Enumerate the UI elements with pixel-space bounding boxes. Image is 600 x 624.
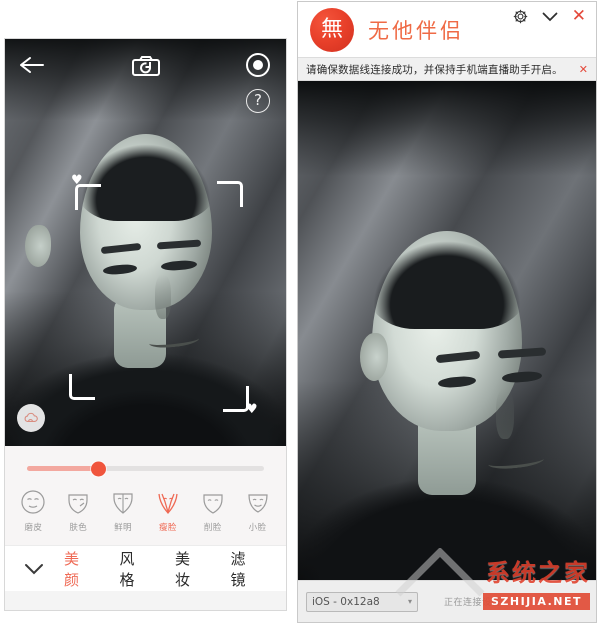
intensity-slider-wrapper [5,446,286,487]
notice-dismiss-icon[interactable]: ✕ [573,63,588,76]
beauty-tab-bar: 美颜 风格 美妆 滤镜 [5,545,286,591]
beauty-option-skin-tone[interactable]: 肤色 [56,487,101,533]
window-controls: ✕ [513,8,586,25]
back-arrow-icon[interactable] [19,55,45,75]
intensity-slider[interactable] [27,461,264,476]
contour-face-icon [203,494,223,514]
chevron-down-icon[interactable] [19,563,50,575]
minimize-chevron-down-icon[interactable] [542,12,558,22]
device-select-value: iOS - 0x12a8 [312,595,380,608]
app-title: 无他伴侣 [368,18,464,43]
heart-icon: ♥ [246,402,258,417]
beauty-option-small-face[interactable]: 小脸 [235,487,280,533]
device-select[interactable]: iOS - 0x12a8 ▾ [306,591,418,612]
camera-preview[interactable]: ? ♥ ♥ [5,39,286,446]
camera-flip-icon[interactable] [131,55,161,77]
window-status-bar: iOS - 0x12a8 ▾ 正在连接设备 [298,580,596,622]
slider-fill [27,466,99,471]
small-face-icon [247,494,268,513]
skin-tone-icon [68,494,88,514]
notice-text: 请确保数据线连接成功，并保持手机端直播助手开启。 [306,63,563,76]
beauty-option-slim-face[interactable]: 瘦脸 [145,487,190,533]
tab-beauty[interactable]: 美颜 [50,548,106,590]
camera-top-toolbar: ? [5,39,286,113]
app-logo: 無 [310,7,354,52]
connection-notice-bar: 请确保数据线连接成功，并保持手机端直播助手开启。 ✕ [298,57,596,81]
slider-thumb[interactable] [91,461,107,476]
vivid-icon [113,493,133,514]
chevron-down-icon: ▾ [407,597,412,606]
beauty-option-label: 削脸 [203,523,222,533]
beauty-controls: 磨皮 肤色 鲜明 瘦脸 削脸 小脸 美颜 风格 美妆 滤镜 [5,446,286,591]
record-button-icon[interactable] [246,53,270,77]
beauty-option-label: 小脸 [248,523,267,533]
phone-app-panel: ? ♥ ♥ 磨皮 肤色 鲜明 瘦脸 削脸 小脸 美颜 风格 美妆 滤镜 [4,38,287,611]
beauty-option-contour-face[interactable]: 削脸 [190,487,235,533]
beauty-option-smooth-skin[interactable]: 磨皮 [11,487,56,533]
beauty-option-vivid[interactable]: 鲜明 [101,487,146,533]
beauty-option-label: 鲜明 [114,523,132,533]
device-mirror-preview[interactable] [298,81,596,581]
heart-icon: ♥ [71,173,83,188]
connection-status-text: 正在连接设备 [444,598,502,608]
close-icon[interactable]: ✕ [572,8,586,25]
desktop-app-window: 無 无他伴侣 ✕ 请确保数据线连接成功，并保持手机端直播助手开启。 ✕ iOS … [297,1,597,623]
screenshot-root: ? ♥ ♥ 磨皮 肤色 鲜明 瘦脸 削脸 小脸 美颜 风格 美妆 滤镜 無 无他… [0,0,600,624]
smooth-skin-icon [21,490,46,514]
tab-filter[interactable]: 滤镜 [216,548,272,590]
beauty-option-label: 磨皮 [24,523,43,533]
cloud-filter-icon[interactable] [17,404,45,432]
window-title-bar: 無 无他伴侣 ✕ [298,2,596,57]
face-detect-frame: ♥ ♥ [69,174,258,416]
slim-face-icon [158,493,178,514]
gear-icon[interactable] [513,9,528,24]
beauty-option-label: 瘦脸 [158,523,177,533]
beauty-option-label: 肤色 [69,523,88,533]
tab-makeup[interactable]: 美妆 [161,548,217,590]
tab-style[interactable]: 风格 [105,548,161,590]
help-icon[interactable]: ? [246,89,270,113]
beauty-options-row: 磨皮 肤色 鲜明 瘦脸 削脸 小脸 [5,487,286,545]
